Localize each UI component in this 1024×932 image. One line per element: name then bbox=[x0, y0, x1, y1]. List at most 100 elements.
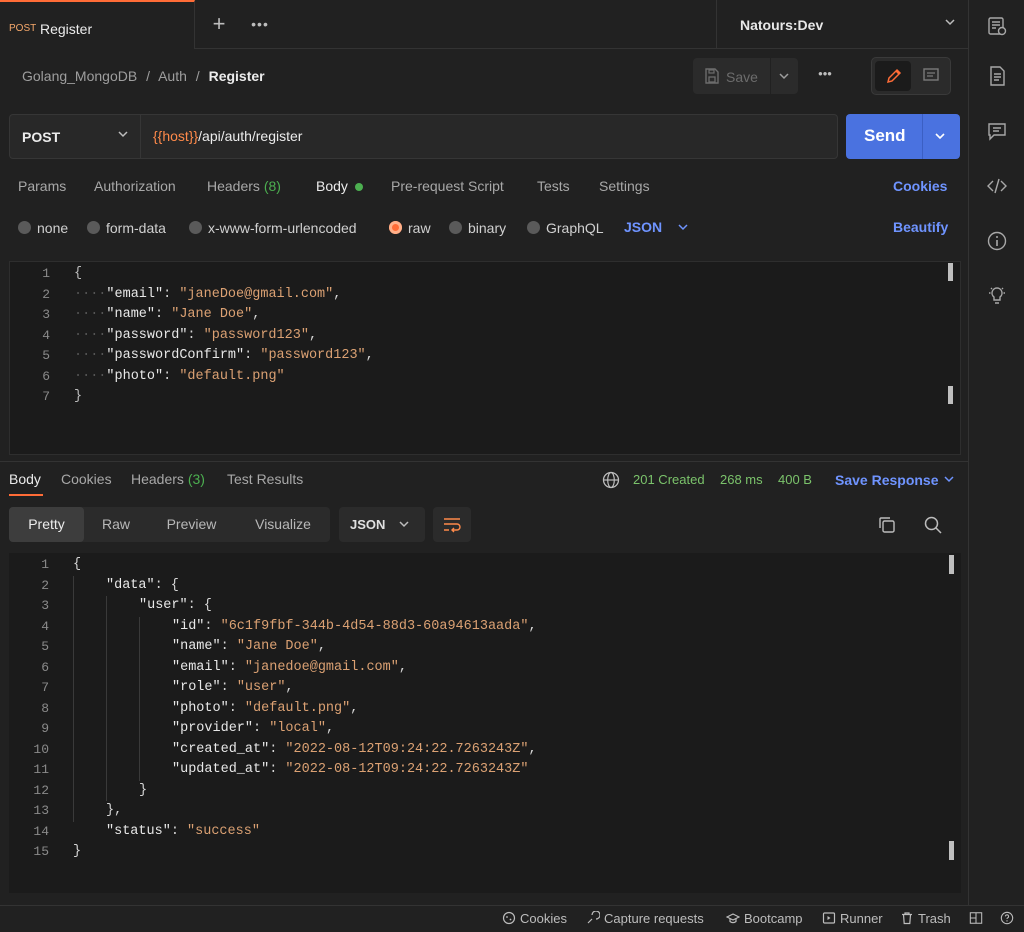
method-selector[interactable]: POST bbox=[10, 115, 141, 158]
chevron-down-icon[interactable] bbox=[942, 471, 956, 487]
statusbar-trash[interactable]: Trash bbox=[900, 911, 951, 926]
environment-selector[interactable]: Natours:Dev bbox=[716, 0, 968, 49]
send-button[interactable]: Send bbox=[846, 114, 960, 159]
url-input[interactable]: {{host}}/api/auth/register bbox=[153, 128, 302, 144]
json-string: "password123" bbox=[203, 327, 309, 343]
response-tab-body[interactable]: Body bbox=[9, 471, 41, 487]
comment-mode-icon[interactable] bbox=[914, 61, 948, 91]
scrollbar-thumb[interactable] bbox=[948, 263, 953, 281]
body-type-none[interactable]: none bbox=[18, 220, 68, 236]
scrollbar-thumb[interactable] bbox=[949, 555, 954, 574]
copy-icon[interactable] bbox=[876, 514, 898, 536]
tab-tests[interactable]: Tests bbox=[537, 178, 570, 194]
breadcrumb-collection[interactable]: Golang_MongoDB bbox=[22, 68, 137, 84]
json-key: "email" bbox=[172, 659, 229, 675]
colon: : bbox=[228, 700, 245, 716]
chevron-down-icon[interactable] bbox=[932, 126, 948, 146]
code-line: ····"name": "Jane Doe", bbox=[74, 305, 260, 325]
brace: }, bbox=[106, 803, 123, 818]
two-pane-icon[interactable] bbox=[969, 911, 987, 925]
method-label: POST bbox=[22, 129, 61, 145]
active-tab-indicator bbox=[9, 494, 43, 496]
statusbar-runner[interactable]: Runner bbox=[822, 911, 883, 926]
colon: : bbox=[187, 327, 204, 343]
tab-authorization[interactable]: Authorization bbox=[94, 178, 176, 194]
cookies-link[interactable]: Cookies bbox=[893, 178, 947, 194]
documentation-icon[interactable] bbox=[985, 64, 1009, 88]
save-response-button[interactable]: Save Response bbox=[835, 472, 939, 488]
body-type-label: x-www-form-urlencoded bbox=[208, 220, 357, 236]
lightbulb-icon[interactable] bbox=[985, 283, 1009, 307]
radio-dot bbox=[87, 221, 100, 234]
view-raw[interactable]: Raw bbox=[88, 507, 144, 542]
json-key: "name" bbox=[106, 307, 156, 322]
tab-more-icon[interactable]: ••• bbox=[248, 12, 272, 36]
body-type-urlencoded[interactable]: x-www-form-urlencoded bbox=[189, 220, 357, 236]
statusbar-capture-label: Capture requests bbox=[604, 911, 704, 926]
tab-pre-request-script[interactable]: Pre-request Script bbox=[391, 178, 504, 194]
view-visualize[interactable]: Visualize bbox=[245, 507, 321, 542]
request-body-editor[interactable]: 1{2 ····"email": "janeDoe@gmail.com", 3 ···… bbox=[9, 261, 961, 455]
tab-body[interactable]: Body bbox=[316, 178, 348, 194]
beautify-link[interactable]: Beautify bbox=[893, 219, 948, 235]
json-key: "password" bbox=[106, 327, 188, 343]
breadcrumb: Golang_MongoDB / Auth / Register bbox=[22, 68, 265, 84]
chevron-down-icon[interactable] bbox=[676, 219, 690, 235]
breadcrumb-current[interactable]: Register bbox=[209, 68, 265, 84]
response-format-select[interactable]: JSON bbox=[339, 507, 425, 542]
save-button[interactable]: Save bbox=[693, 58, 770, 94]
json-key: "created_at" bbox=[172, 741, 270, 757]
view-preview[interactable]: Preview bbox=[155, 507, 228, 542]
json-string: "local" bbox=[269, 721, 326, 736]
edit-mode-icon[interactable] bbox=[875, 61, 911, 91]
tab-params[interactable]: Params bbox=[18, 178, 66, 194]
breadcrumb-separator: / bbox=[195, 68, 200, 84]
statusbar-bootcamp-label: Bootcamp bbox=[744, 911, 803, 926]
response-tab-cookies[interactable]: Cookies bbox=[61, 471, 112, 487]
tab-headers[interactable]: Headers (8) bbox=[207, 178, 281, 194]
scrollbar-thumb[interactable] bbox=[948, 386, 953, 404]
scrollbar-thumb[interactable] bbox=[949, 841, 954, 860]
help-icon[interactable] bbox=[1000, 911, 1018, 925]
json-key: "data" bbox=[106, 577, 155, 593]
response-tab-headers[interactable]: Headers (3) bbox=[131, 471, 205, 487]
globe-icon[interactable] bbox=[602, 471, 620, 489]
new-tab-plus-icon[interactable]: + bbox=[207, 12, 231, 36]
json-key: "photo" bbox=[106, 368, 164, 384]
line-number: 6 bbox=[41, 659, 49, 675]
radio-dot bbox=[449, 221, 462, 234]
body-type-form-data[interactable]: form-data bbox=[87, 220, 166, 236]
response-body-viewer[interactable]: 1{2 "data": {3 "user": {4 "id": "6c1f9fbf-3… bbox=[9, 553, 961, 893]
line-number: 9 bbox=[41, 721, 49, 736]
response-tab-test-results[interactable]: Test Results bbox=[227, 471, 303, 487]
status-code[interactable]: 201 Created bbox=[633, 472, 705, 487]
request-tab-register[interactable]: POST Register bbox=[0, 0, 195, 49]
view-pretty[interactable]: Pretty bbox=[9, 507, 84, 542]
breadcrumb-folder[interactable]: Auth bbox=[158, 68, 187, 84]
response-view-toggle: Pretty Raw Preview Visualize bbox=[9, 507, 330, 542]
statusbar-bootcamp[interactable]: Bootcamp bbox=[726, 911, 803, 926]
wrap-lines-icon[interactable] bbox=[433, 507, 471, 542]
body-type-binary[interactable]: binary bbox=[449, 220, 506, 236]
save-options-button[interactable] bbox=[771, 58, 798, 94]
tab-settings[interactable]: Settings bbox=[599, 178, 650, 194]
response-size[interactable]: 400 B bbox=[778, 472, 812, 487]
more-options-icon[interactable]: ••• bbox=[812, 66, 838, 86]
code-line: "user": { bbox=[139, 596, 212, 616]
body-type-raw[interactable]: raw bbox=[389, 220, 431, 236]
statusbar-capture[interactable]: Capture requests bbox=[586, 911, 704, 926]
environment-quick-look-icon[interactable] bbox=[985, 14, 1009, 38]
code-snippet-icon[interactable] bbox=[985, 174, 1009, 198]
body-language-select[interactable]: JSON bbox=[624, 219, 662, 235]
colon: : bbox=[269, 741, 286, 757]
info-icon[interactable] bbox=[985, 229, 1009, 253]
response-time[interactable]: 268 ms bbox=[720, 472, 763, 487]
code-line: ····"password": "password123", bbox=[74, 326, 317, 346]
search-icon[interactable] bbox=[922, 514, 944, 536]
statusbar-cookies[interactable]: Cookies bbox=[502, 911, 567, 926]
comments-icon[interactable] bbox=[985, 119, 1009, 143]
body-type-graphql[interactable]: GraphQL bbox=[527, 220, 604, 236]
line-number: 5 bbox=[41, 639, 49, 654]
pane-divider[interactable] bbox=[0, 461, 968, 462]
json-string: "2022-08-12T09:24:22.7263243Z" bbox=[285, 762, 529, 777]
